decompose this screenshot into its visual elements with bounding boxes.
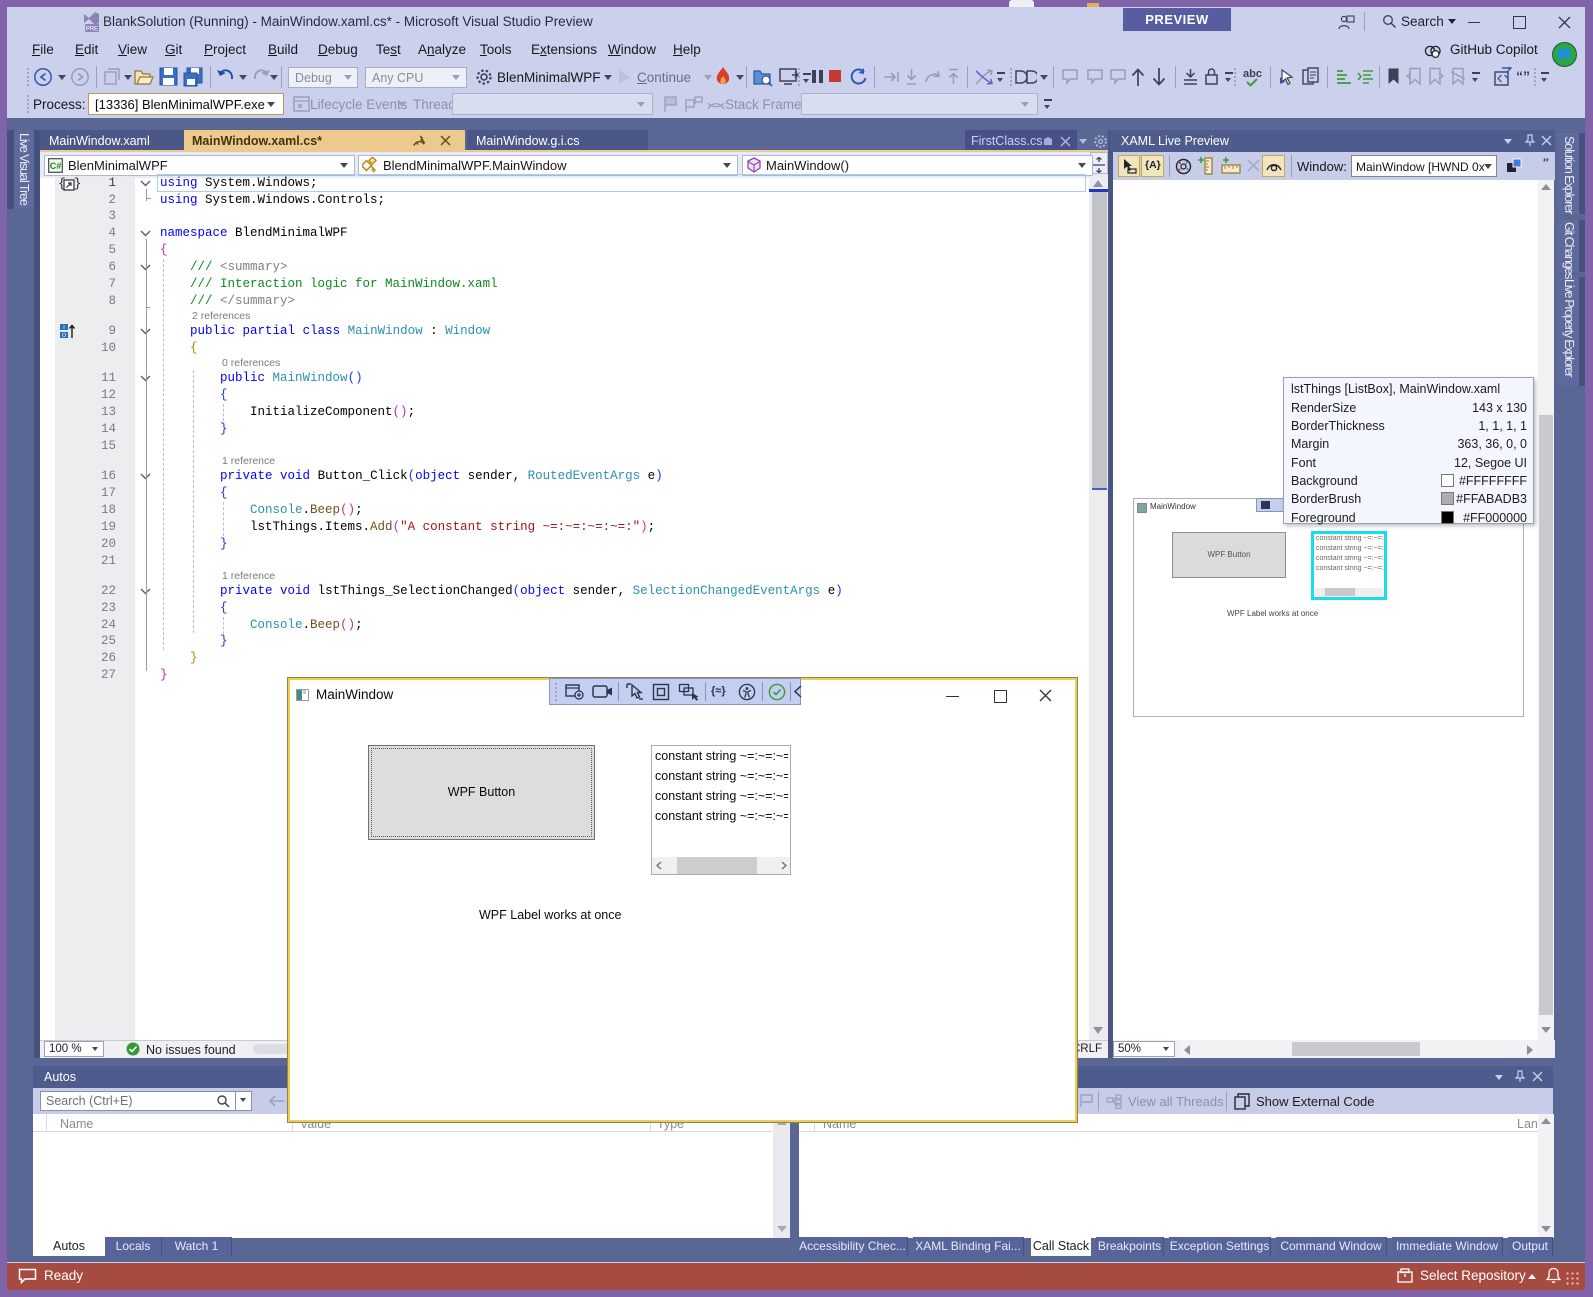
svg-text:C#: C# xyxy=(50,161,62,171)
svg-text:O: O xyxy=(62,333,67,339)
svg-text:PRE: PRE xyxy=(86,27,98,33)
